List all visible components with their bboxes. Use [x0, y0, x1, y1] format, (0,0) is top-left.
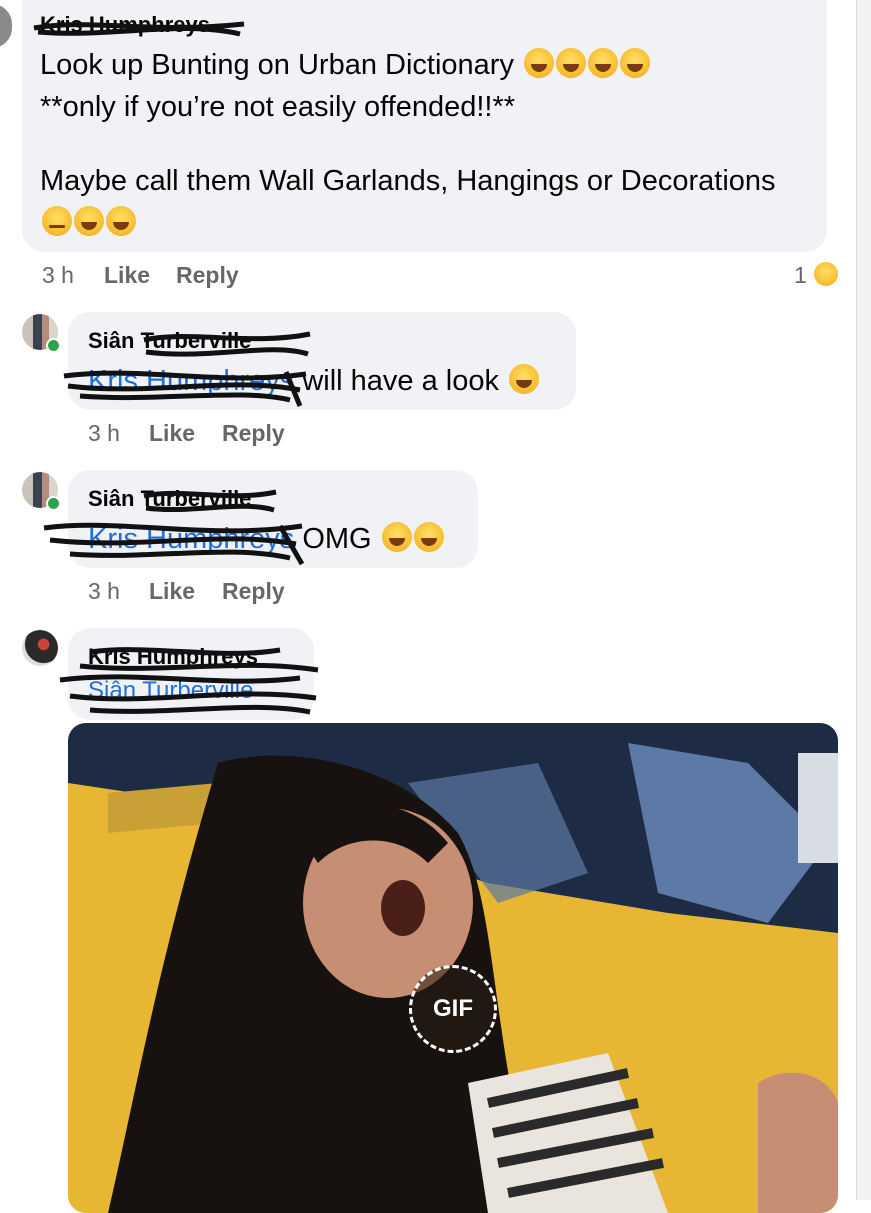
online-status-indicator	[46, 496, 61, 511]
reply-button[interactable]: Reply	[222, 420, 285, 447]
laughing-emoji-icon	[413, 522, 444, 552]
reaction-count[interactable]: 1	[794, 262, 807, 289]
comment-meta: 3 h Like Reply	[0, 420, 871, 450]
laughing-emoji-icon	[381, 522, 412, 552]
redaction-scribble	[143, 331, 311, 357]
reply-button[interactable]: Reply	[176, 262, 239, 289]
redaction-scribble	[59, 647, 319, 715]
laughing-emoji-icon	[74, 206, 104, 236]
yum-face-icon[interactable]	[814, 262, 838, 286]
comment-text-line: **only if you’re not easily offended!!**	[40, 91, 516, 123]
laughing-emoji-icon	[620, 48, 651, 78]
redaction-scribble	[43, 522, 305, 566]
comment-meta: 3 h Like Reply	[0, 262, 871, 292]
laughing-emoji-icon	[556, 48, 587, 78]
reply-button[interactable]: Reply	[222, 578, 285, 605]
laughing-emoji-icon	[509, 364, 540, 394]
comment-emoji-line	[40, 204, 136, 242]
laughing-emoji-icon	[524, 48, 555, 78]
winking-emoji-icon	[42, 206, 72, 236]
comment-time[interactable]: 3 h	[42, 262, 74, 289]
comment-meta: 3 h Like Reply	[0, 578, 871, 608]
comment-time[interactable]: 3 h	[88, 578, 120, 605]
laughing-emoji-icon	[106, 206, 136, 236]
like-button[interactable]: Like	[149, 420, 195, 447]
laughing-emoji-icon	[588, 48, 619, 78]
redaction-scribble	[33, 21, 245, 37]
redaction-scribble	[63, 370, 307, 407]
like-button[interactable]: Like	[149, 578, 195, 605]
online-status-indicator	[46, 338, 61, 353]
redaction-scribble	[143, 489, 277, 513]
avatar[interactable]	[0, 4, 12, 48]
comment-text-line: Maybe call them Wall Garlands, Hangings …	[40, 165, 776, 197]
comment-time[interactable]: 3 h	[88, 420, 120, 447]
gif-play-button[interactable]: GIF	[409, 965, 497, 1053]
comment-text-line: Look up Bunting on Urban Dictionary	[40, 46, 651, 84]
like-button[interactable]: Like	[104, 262, 150, 289]
